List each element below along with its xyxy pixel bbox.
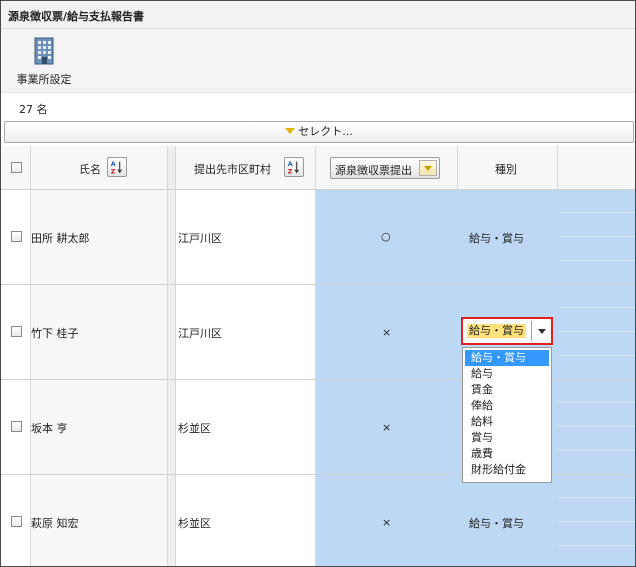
table-row-name: 竹下 桂子 (31, 285, 168, 380)
row-checkbox[interactable] (11, 326, 22, 337)
table-row-extra (558, 190, 635, 285)
office-settings-button[interactable]: 事業所設定 (9, 35, 79, 89)
row-checkbox-cell (1, 190, 31, 285)
employee-name: 田所 耕太郎 (31, 232, 90, 245)
employee-count: 27 名 (19, 103, 48, 116)
table-row-submit[interactable]: ○ (316, 190, 458, 285)
toolbar: 事業所設定 (1, 29, 635, 93)
divider (558, 521, 635, 522)
divider (558, 236, 635, 237)
splitter (168, 285, 176, 380)
header-name: 氏名 A Z (31, 146, 168, 190)
filter-dropdown-icon[interactable] (419, 160, 437, 176)
divider (558, 307, 635, 308)
municipality: 杉並区 (178, 517, 211, 530)
header-municipality: 提出先市区町村 A Z (176, 146, 316, 190)
header-municipality-label: 提出先市区町村 (194, 163, 271, 176)
select-bar-label: セレクト... (298, 125, 353, 138)
employee-name: 坂本 亨 (31, 422, 68, 435)
header-extra (558, 146, 635, 190)
dropdown-option[interactable]: 歳費 (465, 446, 549, 462)
row-checkbox[interactable] (11, 231, 22, 242)
category: 給与・賞与 (469, 232, 524, 245)
filter-triangle-icon (285, 128, 296, 134)
municipality: 江戸川区 (178, 327, 222, 340)
row-checkbox-cell (1, 285, 31, 380)
withholding-submit-header-button[interactable]: 源泉徴収票提出 (330, 157, 440, 179)
header-category-label: 種別 (495, 163, 517, 176)
submit-status: × (382, 326, 392, 339)
dropdown-option[interactable]: 賃金 (465, 382, 549, 398)
table-row-municipality: 江戸川区 (176, 190, 316, 285)
sort-az-icon[interactable]: A Z (284, 157, 304, 177)
header-splitter (168, 146, 176, 190)
dropdown-option[interactable]: 給与・賞与 (465, 350, 549, 366)
table-row-extra (558, 285, 635, 380)
submit-status: × (382, 516, 392, 529)
svg-text:Z: Z (111, 168, 116, 175)
splitter (168, 475, 176, 566)
window-title: 源泉徴収票/給与支払報告書 (1, 1, 635, 29)
table-row-name: 坂本 亨 (31, 380, 168, 475)
row-checkbox[interactable] (11, 421, 22, 432)
divider (531, 321, 532, 341)
municipality: 江戸川区 (178, 232, 222, 245)
employee-name: 竹下 桂子 (31, 327, 79, 340)
submit-status: ○ (381, 230, 391, 243)
table-row-submit[interactable]: × (316, 475, 458, 566)
municipality: 杉並区 (178, 422, 211, 435)
svg-text:A: A (288, 161, 293, 168)
table-row-municipality: 杉並区 (176, 475, 316, 566)
header-category: 種別 (458, 146, 558, 190)
header-withholding-submit: 源泉徴収票提出 (316, 146, 458, 190)
splitter (168, 190, 176, 285)
divider (558, 497, 635, 498)
divider (558, 426, 635, 427)
dropdown-option[interactable]: 賞与 (465, 430, 549, 446)
row-checkbox-cell (1, 380, 31, 475)
select-bar[interactable]: セレクト... (4, 121, 634, 143)
dropdown-option[interactable]: 財形給付金 (465, 462, 549, 478)
table-row-submit[interactable]: × (316, 285, 458, 380)
category-dropdown-list: 給与・賞与 給与 賃金 俸給 給料 賞与 歳費 財形給付金 (462, 347, 552, 483)
submit-status: × (382, 421, 392, 434)
table-row-municipality: 杉並区 (176, 380, 316, 475)
splitter (168, 380, 176, 475)
chevron-down-icon[interactable] (538, 329, 546, 334)
dropdown-option[interactable]: 俸給 (465, 398, 549, 414)
table-row-municipality: 江戸川区 (176, 285, 316, 380)
table-row-category[interactable]: 給与・賞与 (458, 190, 558, 285)
divider (558, 402, 635, 403)
category-combobox[interactable]: 給与・賞与 (461, 317, 553, 345)
building-icon (34, 37, 54, 65)
dropdown-option[interactable]: 給料 (465, 414, 549, 430)
divider (558, 545, 635, 546)
table-row-extra (558, 380, 635, 475)
svg-text:A: A (111, 161, 116, 168)
withholding-submit-header-label: 源泉徴収票提出 (335, 164, 412, 177)
divider (558, 212, 635, 213)
divider (558, 260, 635, 261)
row-checkbox[interactable] (11, 516, 22, 527)
divider (558, 331, 635, 332)
category: 給与・賞与 (469, 517, 524, 530)
header-checkbox-cell (1, 146, 31, 190)
table-row-submit[interactable]: × (316, 380, 458, 475)
select-all-checkbox[interactable] (11, 162, 22, 173)
svg-text:Z: Z (288, 168, 293, 175)
divider (558, 450, 635, 451)
table-row-name: 田所 耕太郎 (31, 190, 168, 285)
row-checkbox-cell (1, 475, 31, 566)
sort-az-icon[interactable]: A Z (107, 157, 127, 177)
table-row-category[interactable]: 給与・賞与 (458, 475, 558, 566)
divider (558, 355, 635, 356)
employee-name: 萩原 知宏 (31, 517, 79, 530)
table-row-name: 萩原 知宏 (31, 475, 168, 566)
category-combobox-value: 給与・賞与 (467, 324, 526, 338)
header-name-label: 氏名 (79, 163, 101, 176)
app-window: 源泉徴収票/給与支払報告書 事業所設定 27 名 セレクト... 氏名 A Z … (0, 0, 636, 567)
office-settings-label: 事業所設定 (16, 73, 72, 86)
dropdown-option[interactable]: 給与 (465, 366, 549, 382)
